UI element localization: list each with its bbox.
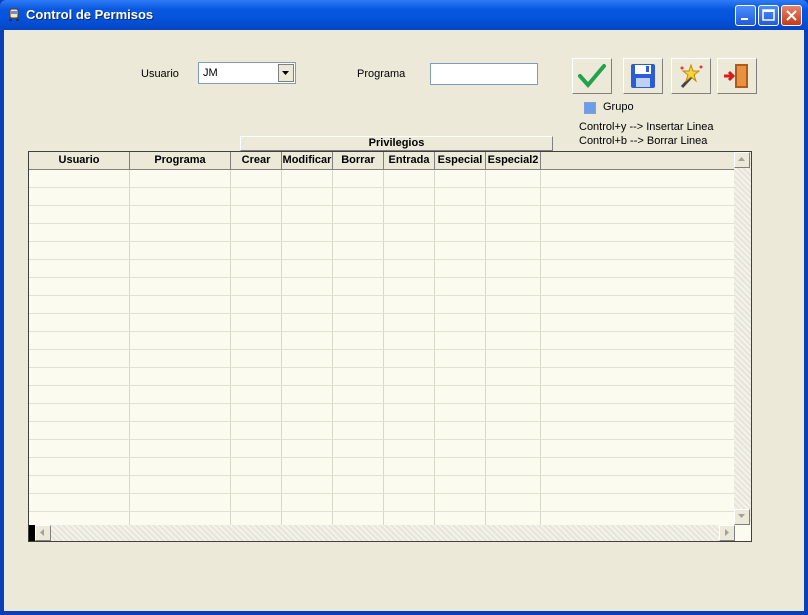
window-title: Control de Permisos [26,7,154,22]
column-header-borrar[interactable]: Borrar [333,152,384,170]
programa-label: Programa [357,68,406,80]
check-icon [578,64,606,89]
grid-row-line [29,313,735,314]
floppy-disk-icon [631,64,655,88]
app-icon [7,8,21,22]
grupo-label: Grupo [603,101,634,113]
accept-button[interactable] [572,58,612,94]
grid-row-line [29,349,735,350]
column-header-crear[interactable]: Crear [231,152,282,170]
usuario-label: Usuario [141,68,179,80]
permissions-grid[interactable]: Usuario Programa Crear Modificar Borrar … [28,151,752,542]
column-header-programa[interactable]: Programa [130,152,231,170]
grid-row-line [29,259,735,260]
grid-row-line [29,205,735,206]
column-header-usuario[interactable]: Usuario [29,152,130,170]
privileges-group-header: Privilegios [240,136,553,151]
scroll-up-button[interactable] [734,152,750,168]
chevron-right-icon [725,529,729,536]
scroll-down-button[interactable] [734,509,750,525]
chevron-up-icon [738,157,745,161]
grid-row-line [29,367,735,368]
save-button[interactable] [623,58,663,94]
close-button[interactable] [781,5,802,26]
grid-row-line [29,331,735,332]
grid-row-line [29,241,735,242]
grid-row-line [29,511,735,512]
usuario-value: JM [203,67,218,79]
form-client-area: Usuario JM Programa Grupo Control+y --> … [4,30,804,611]
exit-button[interactable] [717,58,757,94]
chevron-down-icon[interactable] [278,64,294,82]
grid-row-line [29,439,735,440]
grid-row-line [29,385,735,386]
grid-row-line [29,457,735,458]
hint-insert-line: Control+y --> Insertar Linea [579,121,714,133]
maximize-button[interactable] [758,5,779,26]
minimize-button[interactable] [735,5,756,26]
column-header-especial[interactable]: Especial [435,152,486,170]
grid-row-line [29,223,735,224]
usuario-combobox[interactable]: JM [198,62,296,84]
column-header-especial2[interactable]: Especial2 [486,152,541,170]
grid-row-line [29,277,735,278]
scroll-right-button[interactable] [719,525,735,541]
header-filler [541,152,734,170]
magic-wand-icon [680,63,703,89]
wizard-button[interactable] [671,58,711,94]
grupo-checkbox[interactable] [584,102,596,114]
column-header-entrada[interactable]: Entrada [384,152,435,170]
exit-door-icon [724,64,748,88]
grid-row-line [29,295,735,296]
vertical-scrollbar[interactable] [734,152,751,525]
hint-delete-line: Control+b --> Borrar Linea [579,135,708,147]
grid-row-line [29,493,735,494]
grid-row-line [29,421,735,422]
grid-row-line [29,187,735,188]
horizontal-scrollbar[interactable] [35,525,735,541]
grid-row-line [29,403,735,404]
scroll-left-button[interactable] [35,525,51,541]
grid-body[interactable] [29,170,735,525]
chevron-down-icon [738,514,745,518]
app-window: Control de Permisos Usuario JM Programa [0,0,808,615]
title-bar[interactable]: Control de Permisos [0,0,808,30]
column-header-modificar[interactable]: Modificar [282,152,333,170]
grid-row-line [29,475,735,476]
programa-input[interactable] [430,63,538,85]
chevron-left-icon [40,529,44,536]
